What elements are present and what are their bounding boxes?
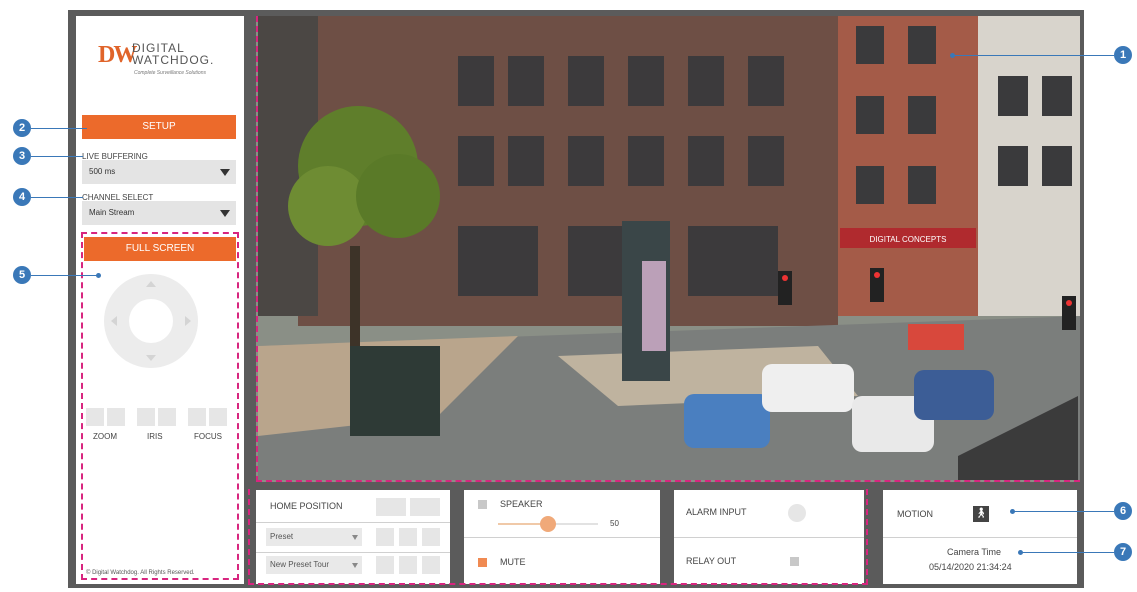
callout-dot-5 <box>96 273 101 278</box>
focus-near-button[interactable] <box>188 408 206 426</box>
live-buffering-select[interactable]: 500 ms <box>82 160 236 184</box>
arrow-right-icon[interactable] <box>185 316 191 326</box>
callout-dot-6 <box>1010 509 1015 514</box>
callout-7: 7 <box>1114 543 1132 561</box>
callout-line-5 <box>31 275 97 276</box>
storefront-sign: DIGITAL CONCEPTS <box>870 235 947 244</box>
zoom-out-button[interactable] <box>86 408 104 426</box>
copyright-text: © Digital Watchdog. All Rights Reserved. <box>86 570 195 576</box>
callout-dot-1 <box>950 53 955 58</box>
status-panel: MOTION 🚶︎ Camera Time 05/14/2020 21:34:2… <box>883 490 1077 584</box>
street-scene-image: DIGITAL CONCEPTS <box>258 16 1080 480</box>
callout-line-6 <box>1012 511 1114 512</box>
digital-watchdog-logo: DW DIGITAL WATCHDOG. Complete Surveillan… <box>98 40 222 78</box>
full-screen-button[interactable]: FULL SCREEN <box>84 237 236 261</box>
focus-far-button[interactable] <box>209 408 227 426</box>
callout-6: 6 <box>1114 502 1132 520</box>
camera-time-value: 05/14/2020 21:34:24 <box>929 562 1012 572</box>
camera-time-label: Camera Time <box>947 547 1002 557</box>
chevron-down-icon <box>220 210 230 217</box>
callout-4: 4 <box>13 188 31 206</box>
iris-close-button[interactable] <box>137 408 155 426</box>
divider <box>883 537 1077 538</box>
iris-open-button[interactable] <box>158 408 176 426</box>
callout-line-7 <box>1020 552 1114 553</box>
callout-line-4 <box>31 197 83 198</box>
logo-mark: DW <box>98 42 137 68</box>
zoom-label: ZOOM <box>93 432 117 441</box>
channel-select-value: Main Stream <box>89 208 135 217</box>
motion-person-icon: 🚶︎ <box>973 506 989 522</box>
chevron-down-icon <box>220 169 230 176</box>
ptz-pad-center <box>129 299 173 343</box>
callout-line-3 <box>31 156 83 157</box>
bottom-controls-outline <box>248 489 868 585</box>
arrow-up-icon[interactable] <box>146 281 156 287</box>
live-buffering-value: 500 ms <box>89 167 116 176</box>
callout-dot-7 <box>1018 550 1023 555</box>
iris-label: IRIS <box>147 432 163 441</box>
callout-3: 3 <box>13 147 31 165</box>
zoom-in-button[interactable] <box>107 408 125 426</box>
arrow-down-icon[interactable] <box>146 355 156 361</box>
focus-label: FOCUS <box>194 432 222 441</box>
callout-1: 1 <box>1114 46 1132 64</box>
setup-button[interactable]: SETUP <box>82 115 236 139</box>
callout-line-2 <box>31 128 87 129</box>
live-video-feed[interactable]: DIGITAL CONCEPTS <box>256 16 1080 482</box>
ptz-control-area: FULL SCREEN ZOOM IRIS FOCUS <box>81 232 239 580</box>
callout-5: 5 <box>13 266 31 284</box>
callout-line-1 <box>952 55 1114 56</box>
motion-label: MOTION <box>897 509 933 519</box>
arrow-left-icon[interactable] <box>111 316 117 326</box>
callout-2: 2 <box>13 119 31 137</box>
channel-select[interactable]: Main Stream <box>82 201 236 225</box>
ptz-direction-pad[interactable] <box>104 274 198 368</box>
sidebar: DW DIGITAL WATCHDOG. Complete Surveillan… <box>76 16 244 584</box>
logo-tagline: Complete Surveillance Solutions <box>134 70 206 76</box>
logo-name: DIGITAL WATCHDOG. <box>132 42 214 66</box>
logo-name-line2: WATCHDOG. <box>132 53 215 67</box>
